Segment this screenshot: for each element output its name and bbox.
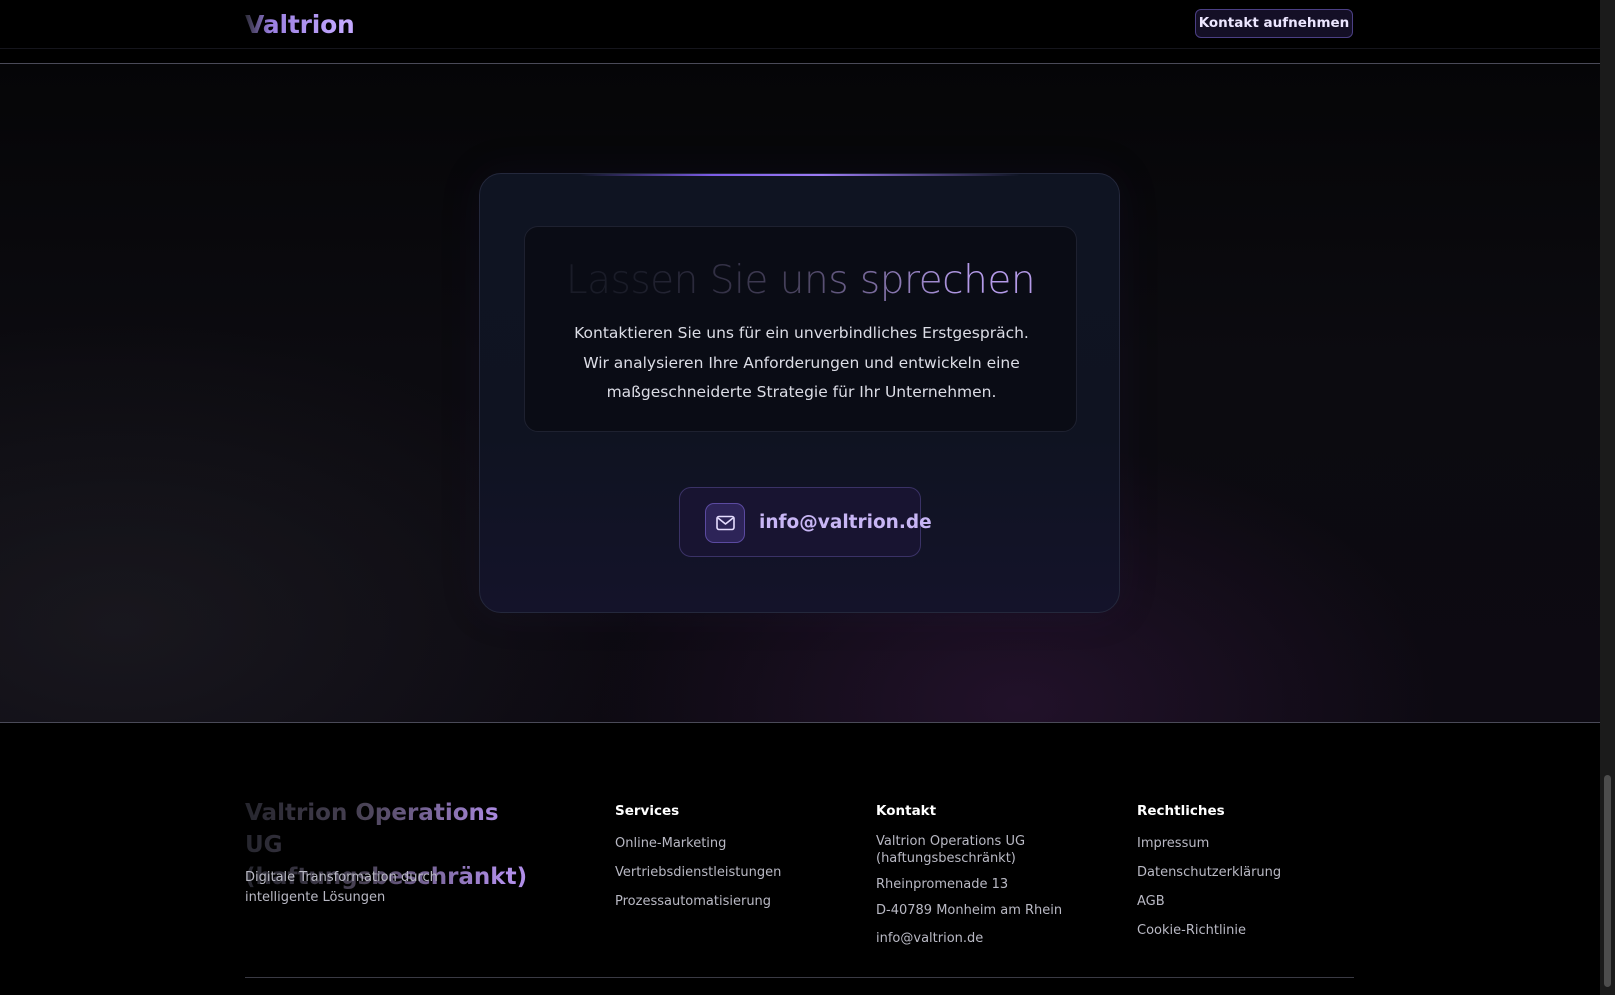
- footer-services-heading: Services: [615, 803, 680, 819]
- footer-link-cookie[interactable]: Cookie-Richtlinie: [1137, 922, 1281, 939]
- footer-link-vertrieb[interactable]: Vertriebsdienstleistungen: [615, 864, 781, 881]
- contact-description: Kontaktieren Sie uns für ein unverbindli…: [574, 324, 1029, 401]
- header-divider: [0, 48, 1600, 49]
- email-address: info@valtrion.de: [759, 512, 932, 533]
- footer-company-name: Valtrion Operations UG (haftungsbeschrän…: [876, 834, 1026, 866]
- footer-legal-heading: Rechtliches: [1137, 803, 1225, 819]
- card-top-glow: [580, 174, 1020, 176]
- footer-legal: Rechtliches Impressum Datenschutzerkläru…: [1137, 801, 1281, 939]
- site-footer: Valtrion Operations UG (haftungsbeschrän…: [0, 723, 1600, 995]
- site-logo[interactable]: Valtrion: [245, 8, 355, 42]
- mail-icon: [705, 503, 745, 543]
- page: Valtrion Kontakt aufnehmen Lassen Sie un…: [0, 0, 1615, 995]
- footer-kontakt-heading: Kontakt: [876, 803, 937, 819]
- footer-link-datenschutz[interactable]: Datenschutzerklärung: [1137, 864, 1281, 881]
- contact-intro-box: Lassen Sie uns sprechen Kontaktieren Sie…: [524, 226, 1077, 432]
- footer-link-online-marketing[interactable]: Online-Marketing: [615, 835, 781, 852]
- page-scrollbar[interactable]: [1600, 0, 1615, 995]
- footer-divider: [245, 977, 1354, 978]
- contact-headline: Lassen Sie uns sprechen: [525, 257, 1076, 305]
- contact-cta-button[interactable]: Kontakt aufnehmen: [1195, 9, 1353, 38]
- footer-city: D-40789 Monheim am Rhein: [876, 903, 1063, 918]
- scrollbar-thumb[interactable]: [1604, 775, 1611, 987]
- footer-link-prozessautomatisierung[interactable]: Prozessautomatisierung: [615, 893, 781, 910]
- footer-link-agb[interactable]: AGB: [1137, 893, 1281, 910]
- footer-kontakt: Kontakt Valtrion Operations UG (haftungs…: [876, 801, 1066, 947]
- site-header: Valtrion Kontakt aufnehmen: [0, 0, 1600, 64]
- footer-email-link[interactable]: info@valtrion.de: [876, 930, 1066, 947]
- email-contact-button[interactable]: info@valtrion.de: [679, 487, 932, 557]
- footer-tagline: Digitale Transformation durch intelligen…: [245, 870, 438, 905]
- contact-card: Lassen Sie uns sprechen Kontaktieren Sie…: [479, 173, 1120, 613]
- contact-section: Lassen Sie uns sprechen Kontaktieren Sie…: [0, 64, 1600, 723]
- footer-link-impressum[interactable]: Impressum: [1137, 835, 1281, 852]
- footer-services: Services Online-Marketing Vertriebsdiens…: [615, 801, 781, 910]
- footer-street: Rheinpromenade 13: [876, 877, 1009, 892]
